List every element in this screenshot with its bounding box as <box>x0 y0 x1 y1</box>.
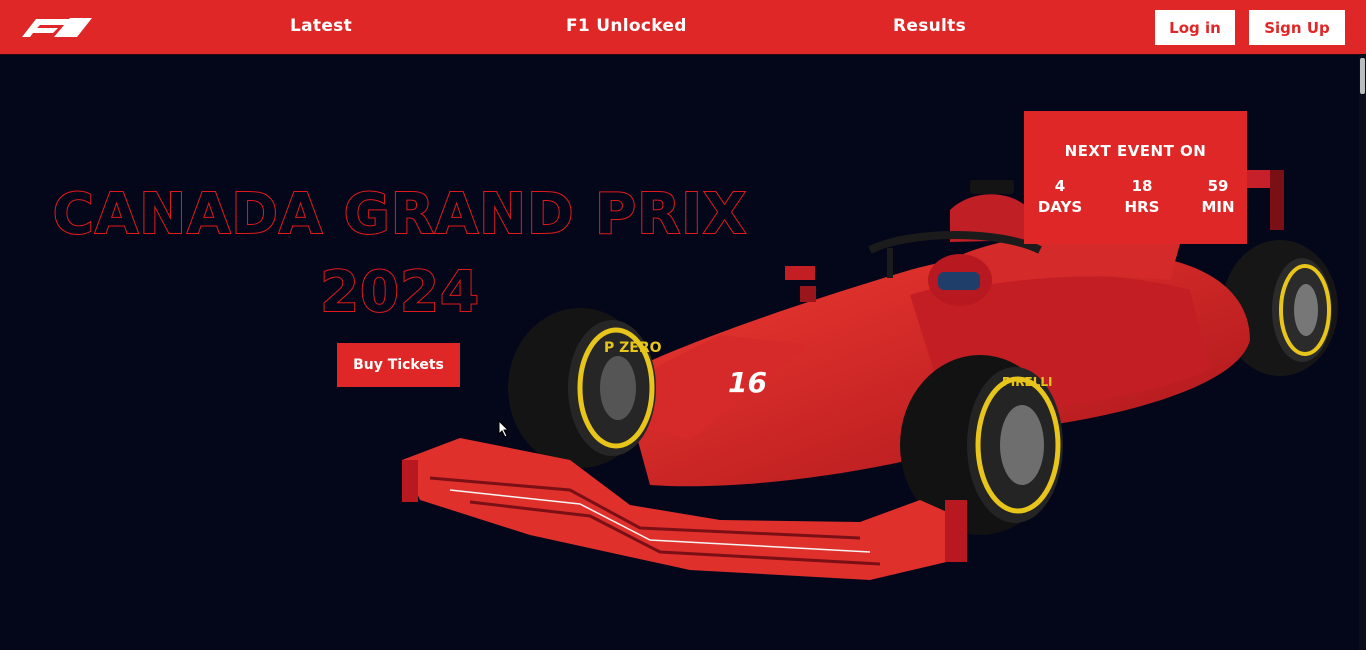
countdown-hours: 18 HRS <box>1114 176 1170 218</box>
countdown-days-value: 4 <box>1054 177 1066 195</box>
mouse-cursor-icon <box>498 420 510 438</box>
next-event-heading: NEXT EVENT ON <box>1064 142 1207 160</box>
countdown-hours-unit: HRS <box>1124 198 1160 216</box>
login-button[interactable]: Log in <box>1155 10 1235 45</box>
nav-link-f1-unlocked[interactable]: F1 Unlocked <box>566 16 687 36</box>
scrollbar-thumb[interactable] <box>1360 58 1365 94</box>
nav-link-latest[interactable]: Latest <box>290 16 352 36</box>
tyre-brand-front-right: PIRELLI <box>1002 375 1052 389</box>
countdown-minutes-value: 59 <box>1207 177 1229 195</box>
nav-link-results[interactable]: Results <box>893 16 966 36</box>
f1-logo-icon[interactable] <box>20 15 94 39</box>
front-left-tyre: P ZERO <box>508 308 662 468</box>
page-scrollbar[interactable] <box>1359 54 1366 650</box>
signup-button[interactable]: Sign Up <box>1249 10 1345 45</box>
top-navbar: Latest F1 Unlocked Results Log in Sign U… <box>0 0 1366 55</box>
next-event-panel: NEXT EVENT ON 4 DAYS 18 HRS 59 MIN <box>1024 111 1247 244</box>
countdown-days: 4 DAYS <box>1032 176 1088 218</box>
countdown-minutes: 59 MIN <box>1190 176 1246 218</box>
car-number: 16 <box>728 366 767 399</box>
countdown-minutes-unit: MIN <box>1201 198 1235 216</box>
tyre-label-front-left: P ZERO <box>604 340 662 356</box>
countdown-days-unit: DAYS <box>1037 198 1083 216</box>
countdown-hours-value: 18 <box>1131 177 1153 195</box>
